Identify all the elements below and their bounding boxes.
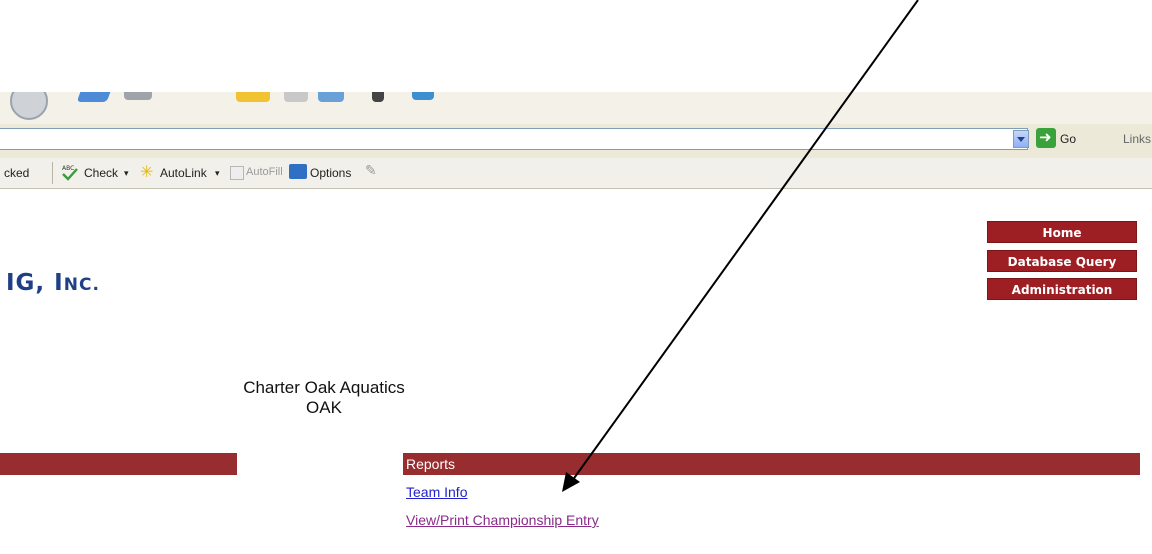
annotation-arrow bbox=[562, 0, 919, 492]
